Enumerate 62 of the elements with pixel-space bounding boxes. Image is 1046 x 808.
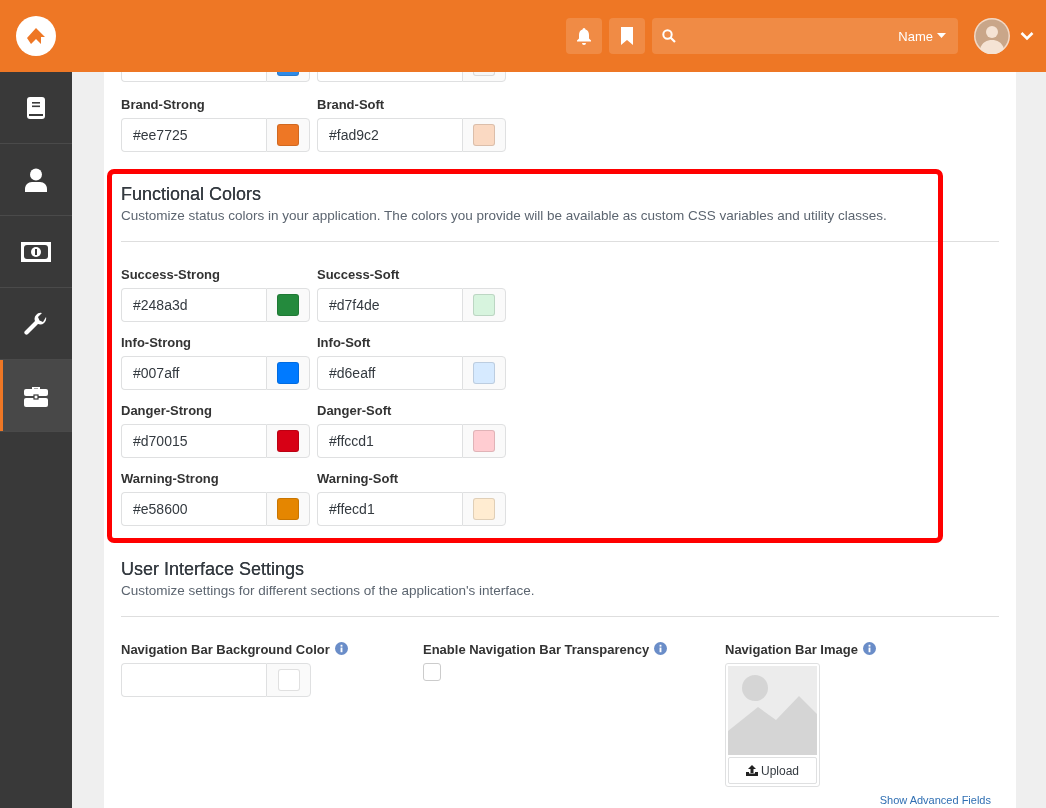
color-picker-button[interactable] [266, 663, 311, 697]
color-picker-button[interactable] [462, 492, 506, 526]
bookmarks-button[interactable] [609, 18, 645, 54]
field-label: Warning-Soft [317, 470, 400, 488]
color-input[interactable]: #248a3d [121, 288, 266, 322]
color-input[interactable]: #d6eaff [317, 356, 462, 390]
sidebar-nav-item[interactable] [0, 360, 72, 432]
color-picker-button[interactable] [266, 356, 310, 390]
field-label: Enable Navigation Bar Transparency [423, 641, 725, 659]
caret-icon [937, 33, 946, 39]
wrench-icon [24, 311, 48, 336]
color-picker-button[interactable] [266, 492, 310, 526]
color-picker-button[interactable] [266, 424, 310, 458]
color-picker-button[interactable] [462, 118, 506, 152]
field-label: Success-Strong [121, 266, 221, 284]
section-description: Customize settings for different sections of the application's interface. [121, 582, 536, 600]
upload-button[interactable]: Upload [728, 757, 817, 784]
color-picker-button[interactable] [462, 288, 506, 322]
image-placeholder-icon [728, 666, 817, 755]
money-icon [21, 241, 51, 262]
color-input[interactable]: #007aff [121, 356, 266, 390]
field-label: Info-Strong [121, 334, 193, 352]
color-input[interactable]: #ee7725 [121, 118, 266, 152]
color-input[interactable] [121, 663, 266, 697]
field-label: Brand-Soft [317, 96, 386, 114]
color-input[interactable]: #d70015 [121, 424, 266, 458]
search-icon [662, 29, 676, 43]
show-advanced-fields-link[interactable]: Show Advanced Fields [879, 794, 991, 806]
chevron-down-icon[interactable] [1020, 31, 1034, 41]
color-picker-button[interactable] [266, 288, 310, 322]
color-input[interactable]: #ffecd1 [317, 492, 462, 526]
checkbox[interactable] [423, 663, 441, 681]
notifications-button[interactable] [566, 18, 602, 54]
field-label: Brand-Strong [121, 96, 206, 114]
section-title: Functional Colors [121, 183, 263, 206]
field-label: Navigation Bar Image [725, 641, 999, 659]
color-input[interactable]: #ffccd1 [317, 424, 462, 458]
color-picker-button[interactable] [462, 356, 506, 390]
avatar[interactable] [974, 18, 1010, 54]
color-input[interactable]: #e58600 [121, 492, 266, 526]
field-label: Info-Soft [317, 334, 372, 352]
person-icon [25, 167, 47, 192]
field-label: Navigation Bar Background Color [121, 641, 421, 659]
color-input[interactable]: #fad9c2 [317, 118, 462, 152]
section-description: Customize status colors in your application. The colors you provide will be available as custom CSS variables and utility classes. [121, 207, 888, 225]
info-icon[interactable] [654, 642, 668, 655]
info-icon[interactable] [334, 642, 348, 655]
color-picker-button[interactable] [462, 424, 506, 458]
field-label: Warning-Strong [121, 470, 220, 488]
toolbox-icon [24, 384, 48, 407]
info-icon[interactable] [862, 642, 876, 655]
bookmark-icon [621, 27, 633, 45]
logo-icon[interactable] [16, 16, 56, 56]
section-title: User Interface Settings [121, 558, 306, 581]
field-label: Success-Soft [317, 266, 401, 284]
field-label: Danger-Strong [121, 402, 213, 420]
bell-icon [576, 27, 592, 45]
color-input[interactable]: #d7f4de [317, 288, 462, 322]
color-picker-button[interactable] [266, 118, 310, 152]
field-label: Danger-Soft [317, 402, 393, 420]
upload-icon [746, 765, 758, 776]
book-icon [26, 95, 46, 120]
